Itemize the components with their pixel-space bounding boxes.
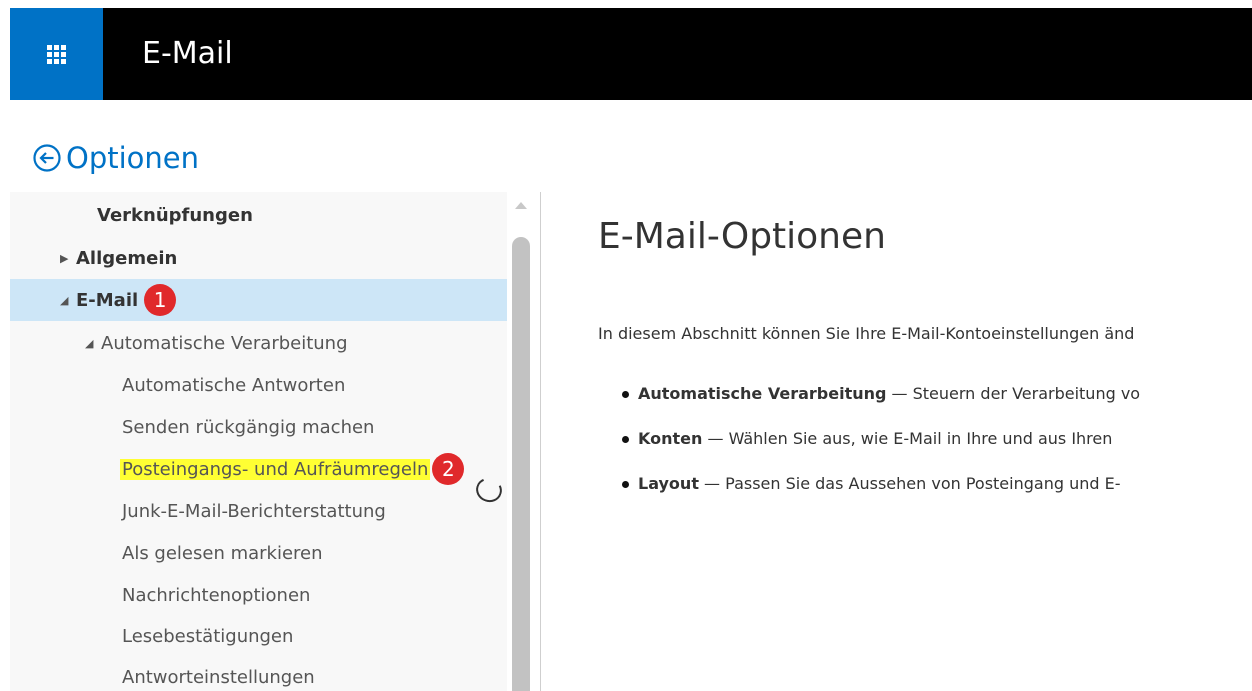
collapse-arrow-icon[interactable]: ◢ xyxy=(60,294,72,307)
collapse-arrow-icon[interactable]: ◢ xyxy=(85,337,97,350)
app-launcher-icon xyxy=(47,44,66,64)
list-item: Layout — Passen Sie das Aussehen von Pos… xyxy=(621,474,1121,493)
nav-item-label: Lesebestätigungen xyxy=(122,625,294,647)
list-item: Automatische Verarbeitung — Steuern der … xyxy=(621,384,1141,403)
nav-item-read-receipts[interactable]: Lesebestätigungen xyxy=(10,615,507,657)
nav-item-reply-settings[interactable]: Antworteinstellungen xyxy=(10,656,507,691)
back-arrow-circle-icon xyxy=(33,144,61,172)
nav-item-automatic-processing[interactable]: ◢ Automatische Verarbeitung xyxy=(10,322,507,364)
nav-item-undo-send[interactable]: Senden rückgängig machen xyxy=(10,406,507,448)
intro-text: In diesem Abschnitt können Sie Ihre E-Ma… xyxy=(598,324,1135,343)
bullet-term: Automatische Verarbeitung xyxy=(638,384,887,403)
nav-item-label: Verknüpfungen xyxy=(97,204,253,226)
bullet-term: Konten xyxy=(638,429,703,448)
top-bar: E-Mail xyxy=(10,8,1252,100)
bullet-text: — Wählen Sie aus, wie E-Mail in Ihre und… xyxy=(702,429,1113,448)
options-title: Optionen xyxy=(66,141,200,175)
scroll-up-arrow-icon[interactable] xyxy=(515,202,527,209)
nav-scrollbar[interactable] xyxy=(507,192,537,691)
options-back-link[interactable]: Optionen xyxy=(32,138,199,178)
content-pane: E-Mail-Optionen In diesem Abschnitt könn… xyxy=(598,200,1252,691)
pane-divider xyxy=(540,192,541,691)
step-badge-1: 1 xyxy=(144,284,177,316)
nav-item-label: Nachrichtenoptionen xyxy=(122,584,311,606)
bullet-term: Layout xyxy=(638,474,699,493)
nav-item-label: Posteingangs- und Aufräumregeln xyxy=(120,458,431,480)
nav-item-label: Junk-E-Mail-Berichterstattung xyxy=(122,500,386,522)
nav-item-label: Automatische Antworten xyxy=(122,374,346,396)
list-item: Konten — Wählen Sie aus, wie E-Mail in I… xyxy=(621,429,1113,448)
nav-item-shortcuts[interactable]: Verknüpfungen xyxy=(10,194,507,236)
bullet-text: — Steuern der Verarbeitung vo xyxy=(886,384,1141,403)
nav-item-automatic-replies[interactable]: Automatische Antworten xyxy=(10,364,507,406)
nav-item-label: Senden rückgängig machen xyxy=(122,416,375,438)
options-navigation: Verknüpfungen ▶ Allgemein ◢ E-Mail 1 ◢ A… xyxy=(10,192,507,691)
app-title: E-Mail xyxy=(142,36,233,71)
nav-item-junk-reporting[interactable]: Junk-E-Mail-Berichterstattung xyxy=(10,490,507,532)
nav-item-label: Automatische Verarbeitung xyxy=(101,332,348,354)
app-launcher-button[interactable] xyxy=(10,8,103,100)
nav-item-mark-as-read[interactable]: Als gelesen markieren xyxy=(10,532,507,574)
nav-item-label: Als gelesen markieren xyxy=(122,542,323,564)
nav-item-label: Antworteinstellungen xyxy=(122,666,315,688)
nav-item-email[interactable]: ◢ E-Mail 1 xyxy=(10,279,507,321)
nav-item-general[interactable]: ▶ Allgemein xyxy=(10,237,507,279)
nav-item-inbox-sweep-rules[interactable]: Posteingangs- und Aufräumregeln 2 xyxy=(10,448,507,490)
scroll-thumb[interactable] xyxy=(512,237,530,691)
nav-item-message-options[interactable]: Nachrichtenoptionen xyxy=(10,574,507,616)
step-badge-2: 2 xyxy=(432,453,465,485)
nav-item-label: Allgemein xyxy=(76,247,178,269)
nav-item-label: E-Mail xyxy=(76,289,139,311)
expand-arrow-icon[interactable]: ▶ xyxy=(60,252,72,265)
bullet-text: — Passen Sie das Aussehen von Posteingan… xyxy=(698,474,1121,493)
page-title: E-Mail-Optionen xyxy=(598,216,886,257)
